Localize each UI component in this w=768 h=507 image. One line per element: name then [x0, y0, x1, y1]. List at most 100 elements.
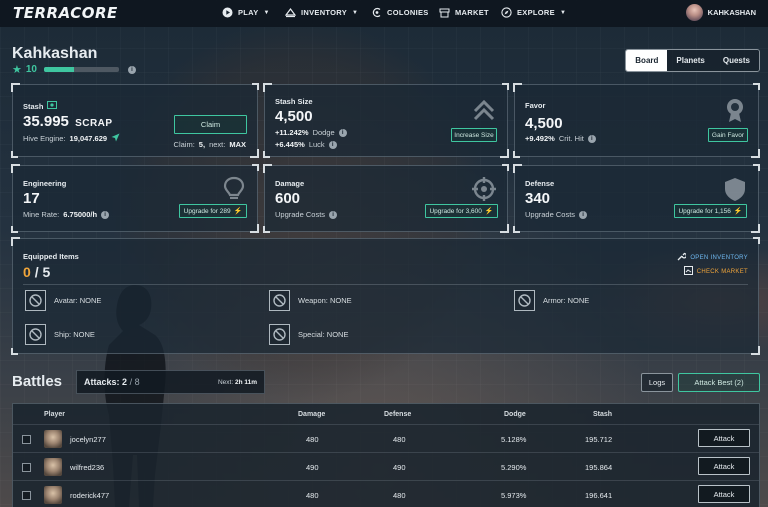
player-defense: 490 [393, 463, 406, 472]
battles-table: Player Damage Defense Dodge Stash jocely… [12, 403, 760, 507]
check-market-label: CHECK MARKET [696, 268, 748, 275]
crit-bonus-row: +9.492% Crit. Hit i [525, 134, 596, 143]
nav-colonies[interactable]: COLONIES [371, 7, 429, 18]
attack-button[interactable]: Attack [698, 457, 750, 475]
equipped-count-value: 0 [23, 264, 31, 280]
info-icon[interactable]: i [338, 128, 347, 137]
upgrade-engineering-button[interactable]: Upgrade for 289 ⚡ [179, 204, 247, 218]
engineering-card: Engineering 17 Mine Rate: 6.75000/h i Up… [11, 164, 259, 233]
logs-button[interactable]: Logs [641, 373, 673, 392]
upgrade-defense-button[interactable]: Upgrade for 1,156 ⚡ [674, 204, 747, 218]
tab-board[interactable]: Board [626, 50, 668, 71]
info-icon[interactable]: i [579, 210, 588, 219]
level-number: 10 [25, 64, 37, 75]
crit-bonus-label: Crit. Hit [558, 134, 584, 143]
nav-explore[interactable]: EXPLORE ▼ [501, 7, 566, 18]
player-stash: 195.864 [585, 463, 613, 472]
favor-value: 4,500 [525, 115, 563, 132]
slot-special[interactable]: Special: NONE [269, 324, 348, 345]
attack-button[interactable]: Attack [698, 485, 750, 503]
row-checkbox[interactable] [22, 491, 31, 500]
nav-play-label: PLAY [238, 8, 259, 17]
damage-upgrade-costs-label: Upgrade Costs [275, 210, 326, 219]
equipped-count-total: / 5 [34, 264, 51, 280]
slot-armor[interactable]: Armor: NONE [514, 290, 589, 311]
tab-planets[interactable]: Planets [667, 50, 714, 71]
hive-engine-row: Hive Engine: 19,047.629 [23, 133, 120, 144]
info-icon[interactable]: i [328, 140, 337, 149]
slot-weapon[interactable]: Weapon: NONE [269, 290, 352, 311]
attacks-info: Attacks: 2 / 8 [84, 377, 140, 387]
tab-quests[interactable]: Quests [713, 50, 759, 71]
explore-icon [501, 7, 512, 18]
info-icon[interactable]: i [128, 65, 136, 74]
slot-avatar[interactable]: Avatar: NONE [25, 290, 101, 311]
check-market-link[interactable]: CHECK MARKET [683, 266, 748, 277]
shield-icon [725, 178, 745, 201]
player-name[interactable]: jocelyn277 [70, 435, 106, 444]
chevron-down-icon: ▼ [559, 9, 567, 16]
player-damage: 480 [306, 491, 319, 500]
info-icon[interactable]: i [587, 134, 596, 143]
increase-size-button[interactable]: Increase Size [451, 128, 497, 142]
nav-play[interactable]: PLAY ▼ [222, 7, 270, 18]
info-icon[interactable]: i [329, 210, 338, 219]
dodge-bonus-label: Dodge [312, 128, 335, 137]
attacks-value: 2 [122, 377, 128, 387]
hive-engine-value: 19,047.629 [69, 134, 108, 143]
defense-upgrade-costs: Upgrade Costs i [525, 210, 588, 219]
defense-upgrade-costs-label: Upgrade Costs [525, 210, 576, 219]
player-name[interactable]: wilfred236 [70, 463, 104, 472]
player-dodge: 5.290% [501, 463, 527, 472]
damage-label: Damage [275, 179, 305, 188]
send-icon[interactable] [111, 133, 120, 144]
empty-slot-icon [514, 290, 535, 311]
attack-button[interactable]: Attack [698, 429, 750, 447]
lightbulb-icon [223, 176, 245, 199]
nav-inventory-label: INVENTORY [301, 8, 348, 17]
slot-special-label: Special: [298, 330, 325, 339]
attack-best-button[interactable]: Attack Best (2) [678, 373, 760, 392]
favor-label: Favor [525, 101, 546, 110]
player-defense: 480 [393, 435, 406, 444]
table-row: roderick477 480 480 5.973% 196.641 Attac… [13, 480, 759, 507]
bolt-icon: ⚡ [733, 208, 743, 215]
gain-favor-button[interactable]: Gain Favor [708, 128, 748, 142]
xp-progress-bar [44, 67, 119, 72]
column-header-stash: Stash [593, 411, 613, 418]
row-checkbox[interactable] [22, 463, 31, 472]
row-checkbox[interactable] [22, 435, 31, 444]
nav-colonies-label: COLONIES [387, 8, 429, 17]
slot-special-value: NONE [326, 330, 349, 339]
stash-size-label: Stash Size [275, 97, 313, 106]
info-icon[interactable]: i [101, 210, 110, 219]
chevron-down-icon: ▼ [263, 9, 270, 16]
open-inventory-label: OPEN INVENTORY [690, 254, 748, 261]
user-menu[interactable]: KAHKASHAN [685, 4, 756, 21]
claim-label: Claim: [173, 140, 195, 149]
player-name[interactable]: roderick477 [70, 491, 109, 500]
medal-icon [727, 99, 743, 122]
profile-name: Kahkashan [12, 45, 98, 62]
dodge-bonus-value: +11.242% [275, 128, 309, 137]
defense-value: 340 [525, 190, 551, 207]
user-avatar [685, 4, 703, 21]
slot-weapon-value: NONE [329, 296, 352, 305]
nav-market[interactable]: MARKET [439, 7, 489, 18]
app-logo[interactable]: TERRACORE [13, 4, 118, 22]
next-attack-label: Next: [217, 378, 234, 386]
stash-unit: SCRAP [75, 118, 113, 129]
chevron-down-icon: ▼ [352, 9, 359, 16]
stash-size-value: 4,500 [275, 108, 313, 125]
stash-label: Stash [23, 101, 44, 111]
open-inventory-link[interactable]: OPEN INVENTORY [677, 252, 748, 263]
player-dodge: 5.128% [501, 435, 527, 444]
upgrade-damage-button[interactable]: Upgrade for 3,600 ⚡ [425, 204, 498, 218]
attacks-total: / 8 [129, 377, 140, 387]
claim-button[interactable]: Claim [174, 115, 247, 134]
colonies-icon [371, 7, 382, 18]
slot-ship[interactable]: Ship: NONE [25, 324, 95, 345]
nav-inventory[interactable]: INVENTORY ▼ [285, 7, 358, 18]
claim-value: 5, [198, 140, 206, 149]
slot-armor-label: Armor: [543, 296, 566, 305]
